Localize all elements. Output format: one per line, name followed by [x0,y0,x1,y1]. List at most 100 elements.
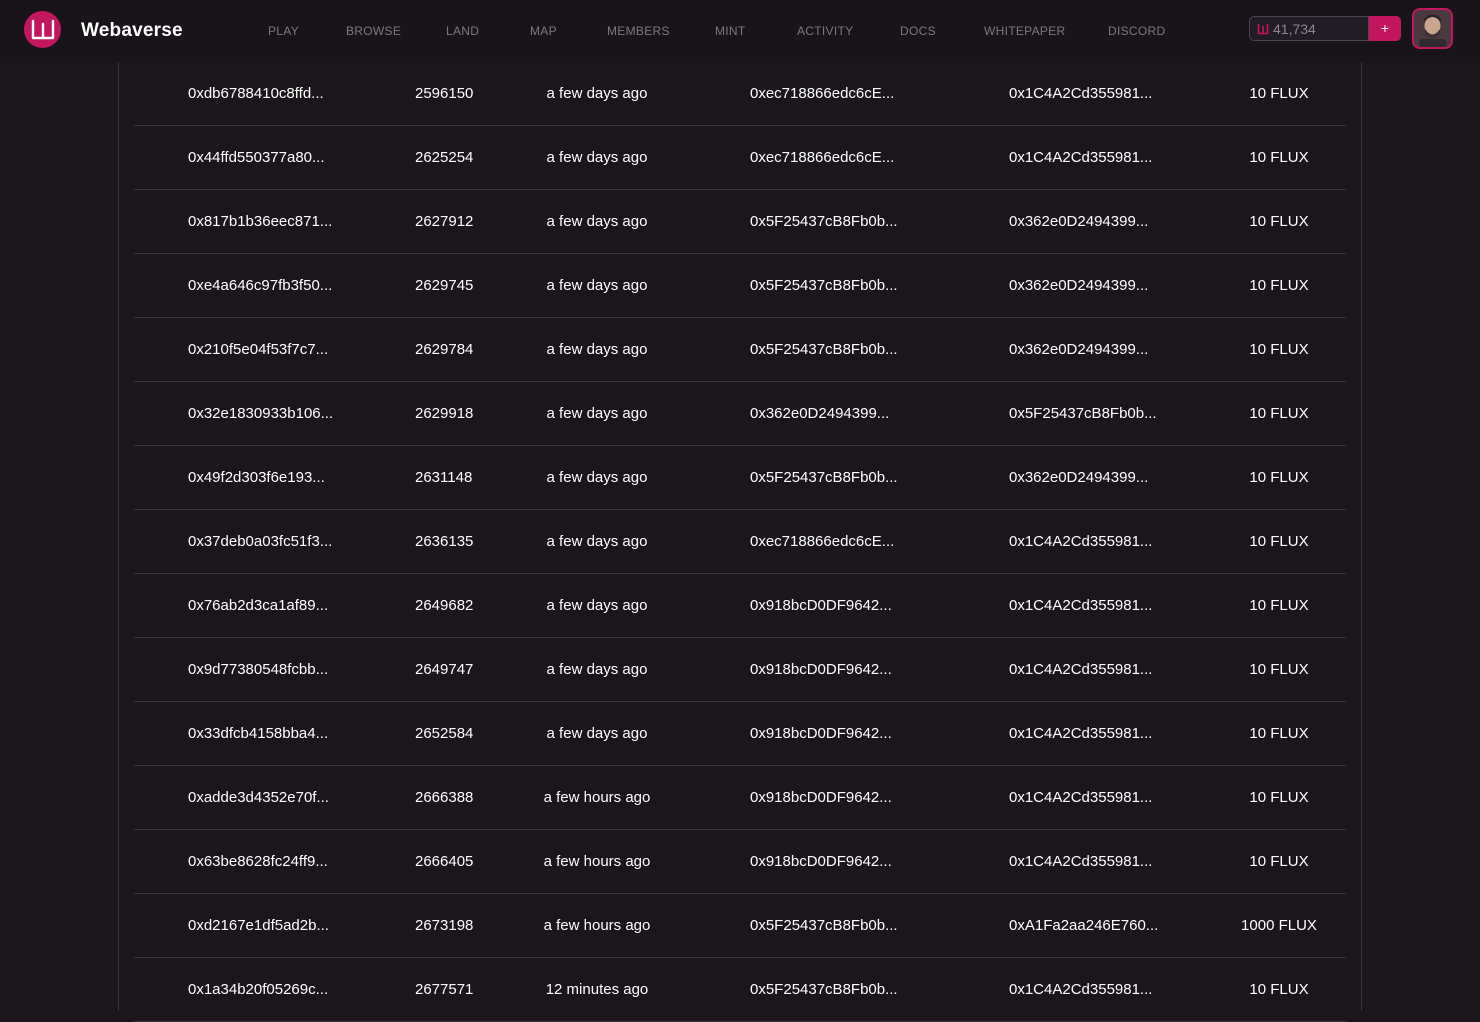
table-row[interactable]: 0x33dfcb4158bba4... 2652584 a few days ago… [134,702,1346,766]
tx-time: a few hours ago [543,789,651,806]
nav-item-play[interactable]: PLAY [268,24,299,38]
tx-from[interactable]: 0x5F25437cB8Fb0b... [750,446,898,510]
transactions-table: 0xdb6788410c8ffd... 2596150 a few days ago… [134,62,1346,1022]
tx-amount: 10 FLUX [1249,597,1309,614]
tx-to[interactable]: 0x5F25437cB8Fb0b... [1009,382,1157,446]
tx-hash[interactable]: 0x32e1830933b106... [188,382,333,446]
nav-item-members[interactable]: MEMBERS [607,24,670,38]
table-row[interactable]: 0xdb6788410c8ffd... 2596150 a few days ago… [134,62,1346,126]
table-row[interactable]: 0x49f2d303f6e193... 2631148 a few days ago… [134,446,1346,510]
nav-item-land[interactable]: LAND [446,24,479,38]
tx-amount: 10 FLUX [1249,533,1309,550]
tx-to[interactable]: 0xA1Fa2aa246E760... [1009,894,1158,958]
tx-hash[interactable]: 0x49f2d303f6e193... [188,446,325,510]
avatar-image-icon [1414,10,1451,47]
webaverse-logo-icon[interactable] [24,11,61,48]
tx-block: 2677571 [415,981,474,998]
tx-time: a few days ago [546,725,648,742]
app-title[interactable]: Webaverse [81,20,183,42]
tx-hash[interactable]: 0xe4a646c97fb3f50... [188,254,332,318]
table-row[interactable]: 0x9d77380548fcbb... 2649747 a few days ago… [134,638,1346,702]
table-row[interactable]: 0x44ffd550377a80... 2625254 a few days ago… [134,126,1346,190]
tx-hash[interactable]: 0x76ab2d3ca1af89... [188,574,328,638]
tx-from[interactable]: 0x362e0D2494399... [750,382,889,446]
table-row[interactable]: 0xd2167e1df5ad2b... 2673198 a few hours ag… [134,894,1346,958]
table-row[interactable]: 0x817b1b36eec871... 2627912 a few days ago… [134,190,1346,254]
tx-time: a few days ago [546,469,648,486]
tx-from[interactable]: 0x918bcD0DF9642... [750,830,892,894]
tx-from[interactable]: 0x918bcD0DF9642... [750,574,892,638]
table-row[interactable]: 0x1a34b20f05269c... 2677571 12 minutes ago… [134,958,1346,1022]
tx-to[interactable]: 0x1C4A2Cd355981... [1009,574,1152,638]
tx-time: a few hours ago [543,917,651,934]
nav-item-map[interactable]: MAP [530,24,557,38]
tx-to[interactable]: 0x1C4A2Cd355981... [1009,126,1152,190]
tx-to[interactable]: 0x1C4A2Cd355981... [1009,766,1152,830]
table-row[interactable]: 0xe4a646c97fb3f50... 2629745 a few days ag… [134,254,1346,318]
tx-amount: 10 FLUX [1249,661,1309,678]
tx-from[interactable]: 0xec718866edc6cE... [750,126,894,190]
nav-item-whitepaper[interactable]: WHITEPAPER [984,24,1065,38]
tx-time: a few days ago [546,597,648,614]
tx-hash[interactable]: 0x44ffd550377a80... [188,126,325,190]
table-row[interactable]: 0x32e1830933b106... 2629918 a few days ago… [134,382,1346,446]
tx-block: 2596150 [415,85,474,102]
tx-to[interactable]: 0x1C4A2Cd355981... [1009,702,1152,766]
tx-block: 2649747 [415,661,474,678]
add-funds-button[interactable]: + [1369,16,1401,41]
tx-to[interactable]: 0x1C4A2Cd355981... [1009,510,1152,574]
tx-time: a few days ago [546,213,648,230]
tx-from[interactable]: 0x918bcD0DF9642... [750,766,892,830]
tx-to[interactable]: 0x1C4A2Cd355981... [1009,638,1152,702]
table-row[interactable]: 0x76ab2d3ca1af89... 2649682 a few days ago… [134,574,1346,638]
tx-block: 2666388 [415,789,474,806]
tx-from[interactable]: 0x5F25437cB8Fb0b... [750,190,898,254]
tx-amount: 10 FLUX [1249,85,1309,102]
tx-to[interactable]: 0x362e0D2494399... [1009,190,1148,254]
tx-block: 2625254 [415,149,474,166]
tx-from[interactable]: 0x918bcD0DF9642... [750,638,892,702]
nav-item-docs[interactable]: DOCS [900,24,936,38]
table-row[interactable]: 0xadde3d4352e70f... 2666388 a few hours ag… [134,766,1346,830]
tx-hash[interactable]: 0xdb6788410c8ffd... [188,62,324,126]
tx-to[interactable]: 0x362e0D2494399... [1009,446,1148,510]
tx-from[interactable]: 0x5F25437cB8Fb0b... [750,318,898,382]
tx-hash[interactable]: 0xadde3d4352e70f... [188,766,329,830]
tx-to[interactable]: 0x362e0D2494399... [1009,318,1148,382]
tx-hash[interactable]: 0x210f5e04f53f7c7... [188,318,328,382]
table-row[interactable]: 0x63be8628fc24ff9... 2666405 a few hours a… [134,830,1346,894]
tx-to[interactable]: 0x1C4A2Cd355981... [1009,830,1152,894]
tx-amount: 1000 FLUX [1241,917,1317,934]
nav-item-activity[interactable]: ACTIVITY [797,24,853,38]
flux-balance[interactable]: 41,734 [1249,16,1369,41]
flux-icon [1257,23,1269,34]
balance-value: 41,734 [1273,20,1316,37]
table-row[interactable]: 0x37deb0a03fc51f3... 2636135 a few days ag… [134,510,1346,574]
tx-amount: 10 FLUX [1249,789,1309,806]
nav-item-discord[interactable]: DISCORD [1108,24,1165,38]
tx-to[interactable]: 0x1C4A2Cd355981... [1009,958,1152,1022]
nav-item-browse[interactable]: BROWSE [346,24,401,38]
tx-to[interactable]: 0x362e0D2494399... [1009,254,1148,318]
nav-item-mint[interactable]: MINT [715,24,746,38]
tx-from[interactable]: 0x5F25437cB8Fb0b... [750,894,898,958]
tx-hash[interactable]: 0xd2167e1df5ad2b... [188,894,329,958]
tx-to[interactable]: 0x1C4A2Cd355981... [1009,62,1152,126]
tx-amount: 10 FLUX [1249,277,1309,294]
tx-hash[interactable]: 0x63be8628fc24ff9... [188,830,328,894]
tx-hash[interactable]: 0x37deb0a03fc51f3... [188,510,332,574]
tx-from[interactable]: 0x918bcD0DF9642... [750,702,892,766]
user-avatar[interactable] [1412,8,1453,49]
tx-from[interactable]: 0x5F25437cB8Fb0b... [750,254,898,318]
table-row[interactable]: 0x210f5e04f53f7c7... 2629784 a few days ag… [134,318,1346,382]
tx-time: a few days ago [546,85,648,102]
tx-time: a few days ago [546,533,648,550]
tx-hash[interactable]: 0x1a34b20f05269c... [188,958,328,1022]
tx-hash[interactable]: 0x33dfcb4158bba4... [188,702,328,766]
tx-amount: 10 FLUX [1249,213,1309,230]
tx-from[interactable]: 0xec718866edc6cE... [750,62,894,126]
tx-hash[interactable]: 0x9d77380548fcbb... [188,638,328,702]
tx-from[interactable]: 0xec718866edc6cE... [750,510,894,574]
tx-from[interactable]: 0x5F25437cB8Fb0b... [750,958,898,1022]
tx-hash[interactable]: 0x817b1b36eec871... [188,190,332,254]
